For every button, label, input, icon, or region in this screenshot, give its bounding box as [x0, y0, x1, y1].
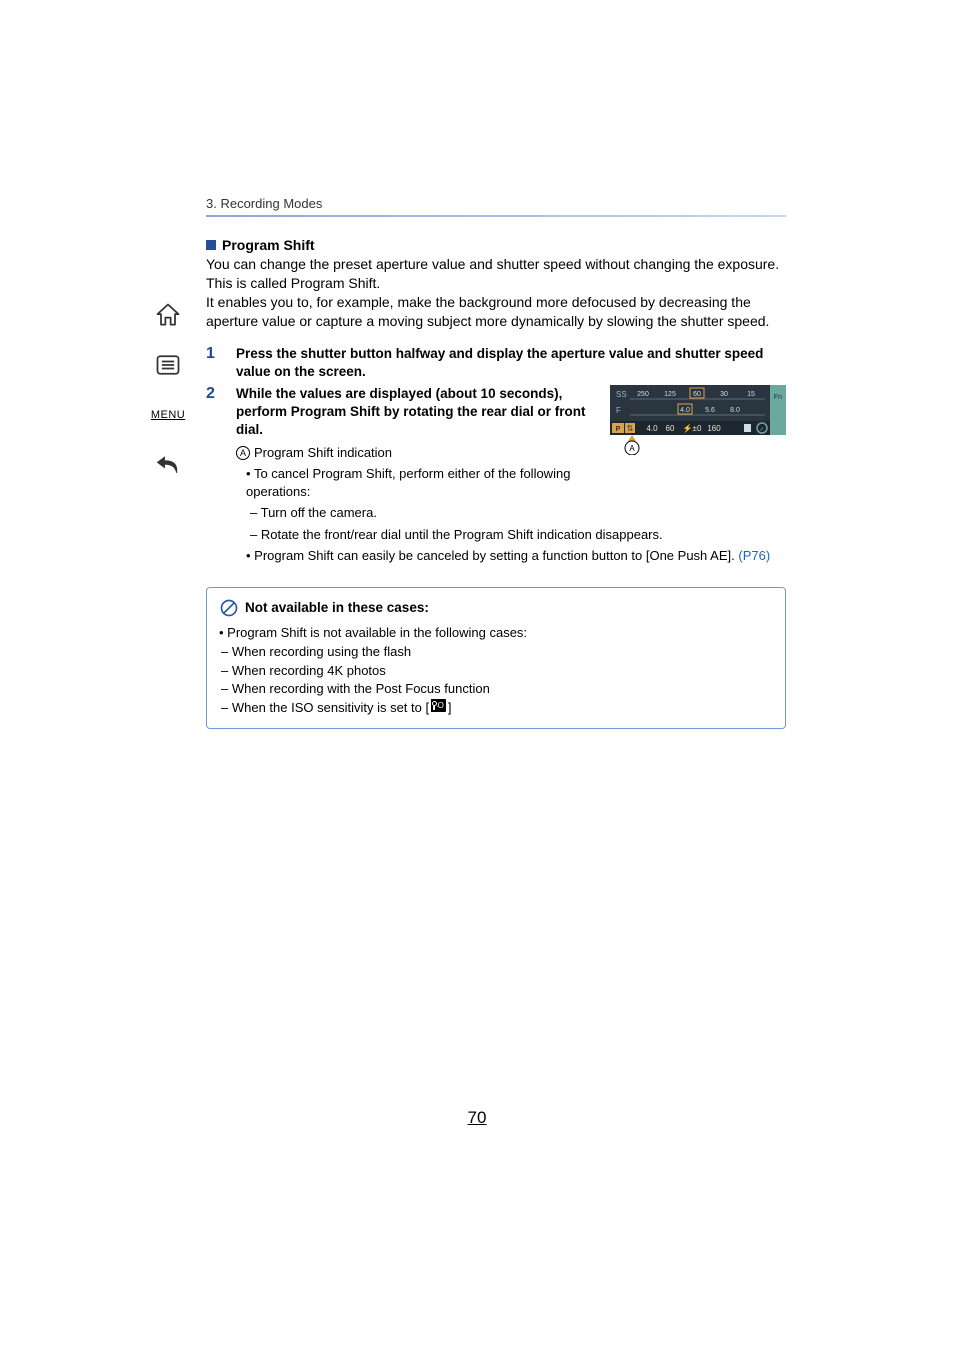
intro-paragraph: You can change the preset aperture value… — [206, 255, 786, 331]
step-2-sub-c-text: Program Shift can easily be canceled by … — [254, 548, 738, 563]
intro-line-1: You can change the preset aperture value… — [206, 256, 779, 291]
svg-text:5.6: 5.6 — [705, 407, 715, 414]
note-item-2: – When recording 4K photos — [219, 662, 773, 681]
svg-text:⚡±0: ⚡±0 — [683, 423, 702, 433]
page-reference-link[interactable]: (P76) — [738, 548, 770, 563]
svg-text:8.0: 8.0 — [730, 407, 740, 414]
svg-text:4.0: 4.0 — [646, 424, 658, 433]
step-2: 2 While the values are displayed (about … — [206, 385, 786, 565]
step-2-sub-b1-text: Turn off the camera. — [261, 505, 377, 520]
note-item-3-text: When recording with the Post Focus funct… — [232, 681, 490, 696]
sidebar-nav: MENU — [148, 299, 188, 481]
callout-letter-a-icon: A — [236, 446, 250, 460]
menu-link[interactable]: MENU — [151, 399, 185, 431]
intro-line-2: It enables you to, for example, make the… — [206, 294, 769, 329]
svg-text:125: 125 — [664, 391, 676, 398]
iso-label: ISO — [438, 700, 444, 712]
home-icon[interactable] — [151, 299, 185, 331]
main-content: 3. Recording Modes Program Shift You can… — [206, 196, 786, 729]
step-2-sub-c: • Program Shift can easily be canceled b… — [236, 547, 786, 565]
note-item-4: – When the ISO sensitivity is set to [IS… — [219, 699, 773, 718]
svg-text:60: 60 — [693, 391, 701, 398]
back-icon[interactable] — [151, 449, 185, 481]
steps-list: 1 Press the shutter button halfway and d… — [206, 345, 786, 565]
note-lead: • Program Shift is not available in the … — [219, 624, 773, 643]
chapter-label: 3. Recording Modes — [206, 196, 786, 211]
note-title: Not available in these cases: — [245, 600, 429, 615]
svg-text:4.0: 4.0 — [680, 407, 690, 414]
svg-text:15: 15 — [747, 391, 755, 398]
note-item-4-post: ] — [448, 700, 452, 715]
note-lead-text: Program Shift is not available in the fo… — [227, 625, 527, 640]
chapter-rule — [206, 215, 786, 217]
display-callout-a: A — [629, 444, 635, 453]
svg-text:⇅: ⇅ — [627, 424, 634, 433]
step-2-number: 2 — [206, 385, 222, 565]
svg-text:30: 30 — [720, 391, 728, 398]
auto-iso-icon: ISO — [431, 699, 446, 712]
svg-text:250: 250 — [637, 391, 649, 398]
step-1: 1 Press the shutter button halfway and d… — [206, 345, 786, 381]
step-2-sub-b: • To cancel Program Shift, perform eithe… — [236, 465, 602, 500]
subheading: Program Shift — [222, 237, 315, 253]
note-item-3: – When recording with the Post Focus fun… — [219, 680, 773, 699]
ss-label: SS — [616, 390, 627, 399]
svg-text:160: 160 — [707, 424, 721, 433]
note-item-1: – When recording using the flash — [219, 643, 773, 662]
note-item-1-text: When recording using the flash — [232, 644, 411, 659]
camera-display-graphic: Fn SS 250 125 60 30 15 — [610, 385, 786, 522]
note-box: Not available in these cases: • Program … — [206, 587, 786, 729]
step-1-text: Press the shutter button halfway and dis… — [236, 345, 786, 381]
fn-label: Fn — [774, 394, 782, 401]
step-2-sub-a-text: Program Shift indication — [254, 445, 392, 460]
note-item-4-pre: When the ISO sensitivity is set to [ — [232, 700, 429, 715]
note-item-2-text: When recording 4K photos — [232, 663, 386, 678]
step-2-sub-b-text: To cancel Program Shift, perform either … — [246, 466, 570, 499]
page-number[interactable]: 70 — [0, 1108, 954, 1128]
prohibit-icon — [219, 598, 239, 618]
svg-text:P: P — [616, 426, 621, 433]
contents-icon[interactable] — [151, 349, 185, 381]
f-label: F — [616, 406, 621, 415]
step-2-sub-b1: – Turn off the camera. — [236, 504, 602, 522]
subheading-row: Program Shift — [206, 237, 786, 253]
subheading-bullet-icon — [206, 240, 216, 250]
step-2-body: While the values are displayed (about 10… — [236, 385, 786, 565]
step-2-text: While the values are displayed (about 10… — [236, 385, 602, 440]
svg-text:✓: ✓ — [759, 427, 764, 433]
step-2-sub-a: A Program Shift indication — [236, 444, 602, 462]
svg-text:60: 60 — [666, 424, 675, 433]
step-2-sub-b2: – Rotate the front/rear dial until the P… — [236, 526, 786, 544]
step-1-number: 1 — [206, 345, 222, 381]
step-2-sub-b2-text: Rotate the front/rear dial until the Pro… — [261, 527, 663, 542]
